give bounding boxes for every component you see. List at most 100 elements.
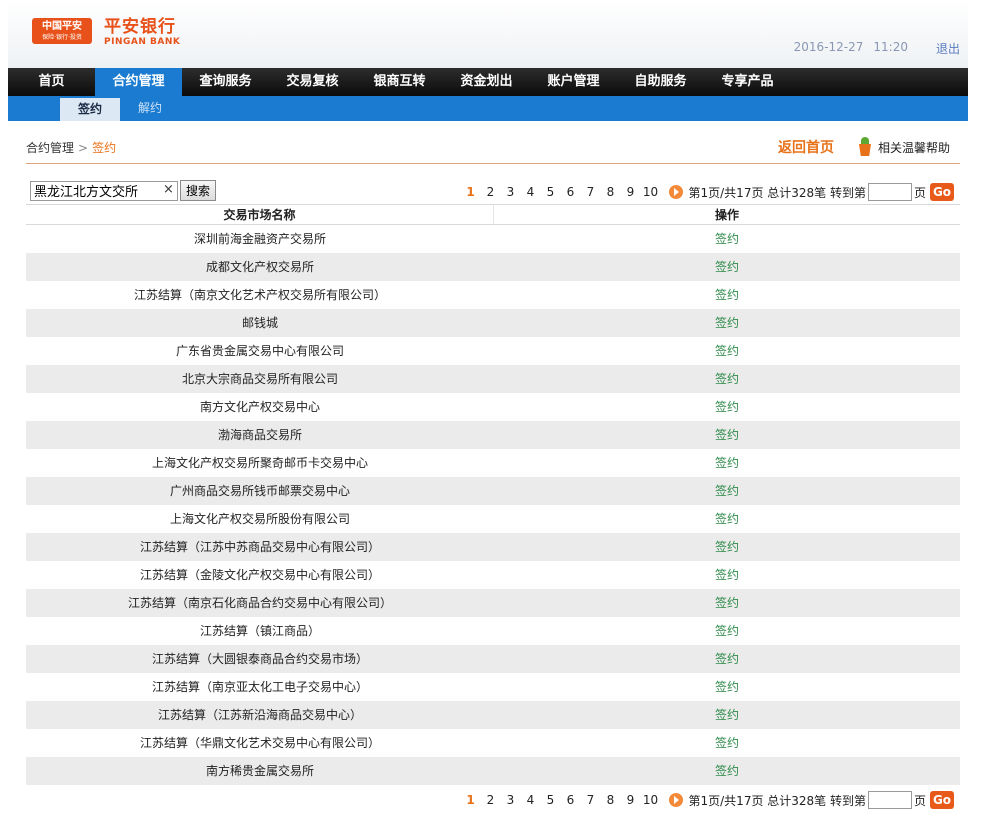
main-nav: 首页 合约管理 查询服务 交易复核 银商互转 资金划出 账户管理 自助服务 专享产品 — [8, 68, 968, 96]
breadcrumb-bar: 合约管理 > 签约 返回首页 相关温馨帮助 — [26, 132, 960, 164]
sign-link[interactable]: 签约 — [494, 477, 960, 505]
page-link[interactable]: 7 — [581, 185, 601, 199]
table-row: 上海文化产权交易所股份有限公司 签约 — [26, 505, 960, 533]
table-row: 广东省贵金属交易中心有限公司 签约 — [26, 337, 960, 365]
current-time: 11:20 — [873, 40, 908, 54]
page-link[interactable]: 3 — [501, 185, 521, 199]
page-link[interactable]: 10 — [641, 793, 661, 807]
nav-item-4[interactable]: 银商互转 — [356, 68, 443, 96]
page-link[interactable]: 1 — [461, 793, 481, 807]
subnav-item-1[interactable]: 解约 — [120, 96, 180, 121]
breadcrumb-separator: > — [78, 141, 89, 155]
clear-icon[interactable]: × — [163, 182, 174, 198]
market-name: 江苏结算（江苏中苏商品交易中心有限公司） — [139, 540, 380, 554]
market-name: 成都文化产权交易所 — [205, 260, 314, 274]
sign-link[interactable]: 签约 — [494, 645, 960, 673]
back-home-link[interactable]: 返回首页 — [778, 137, 834, 157]
nav-item-0[interactable]: 首页 — [8, 68, 95, 96]
datetime: 2016-12-27 11:20 — [794, 40, 908, 54]
go-button[interactable]: Go — [930, 791, 954, 809]
table-row: 江苏结算（金陵文化产权交易中心有限公司） 签约 — [26, 561, 960, 589]
market-name: 江苏结算（江苏新沿海商品交易中心） — [157, 708, 362, 722]
page-link[interactable]: 1 — [461, 185, 481, 199]
page-link[interactable]: 10 — [641, 185, 661, 199]
table-row: 江苏结算（大圆银泰商品合约交易市场） 签约 — [26, 645, 960, 673]
sign-link[interactable]: 签约 — [494, 449, 960, 477]
subnav-item-0[interactable]: 签约 — [60, 98, 120, 121]
page-link[interactable]: 5 — [541, 185, 561, 199]
table-header: 交易市场名称 操作 — [26, 204, 960, 225]
table-row: 江苏结算（江苏新沿海商品交易中心） 签约 — [26, 701, 960, 729]
page-link[interactable]: 3 — [501, 793, 521, 807]
brand-en: PINGAN BANK — [104, 37, 181, 47]
page-link[interactable]: 7 — [581, 793, 601, 807]
sign-link[interactable]: 签约 — [494, 309, 960, 337]
page-link[interactable]: 8 — [601, 793, 621, 807]
nav-item-2[interactable]: 查询服务 — [182, 68, 269, 96]
sign-link[interactable]: 签约 — [494, 337, 960, 365]
search-button[interactable]: 搜索 — [180, 180, 217, 201]
table-row: 深圳前海金融资产交易所 签约 — [26, 225, 960, 253]
nav-item-1[interactable]: 合约管理 — [95, 68, 182, 96]
nav-item-5[interactable]: 资金划出 — [443, 68, 530, 96]
logout-link[interactable]: 退出 — [936, 40, 960, 57]
table-row: 江苏结算（镇江商品） 签约 — [26, 617, 960, 645]
market-name: 渤海商品交易所 — [217, 428, 302, 442]
breadcrumb-parent[interactable]: 合约管理 — [26, 141, 74, 155]
brand-cn: 平安银行 — [104, 17, 176, 37]
page-link[interactable]: 8 — [601, 185, 621, 199]
go-button[interactable]: Go — [930, 183, 954, 201]
help-label: 相关温馨帮助 — [877, 140, 950, 155]
help-link[interactable]: 相关温馨帮助 — [858, 137, 950, 157]
sign-link[interactable]: 签约 — [494, 561, 960, 589]
page-link[interactable]: 4 — [521, 185, 541, 199]
sign-link[interactable]: 签约 — [494, 533, 960, 561]
pager-top: 1 2 3 4 5 6 7 8 9 10 第1页/共17页 总计328笔 转到第 页 Go — [461, 182, 954, 202]
pingan-logo[interactable]: 中国平安 保险·银行·投资 — [32, 18, 92, 44]
sign-link[interactable]: 签约 — [494, 225, 960, 253]
sub-nav: 签约 解约 — [8, 96, 968, 121]
nav-item-7[interactable]: 自助服务 — [617, 68, 704, 96]
page-link[interactable]: 5 — [541, 793, 561, 807]
table-row: 南方稀贵金属交易所 签约 — [26, 757, 960, 785]
next-page-icon[interactable] — [668, 185, 683, 199]
page-link[interactable]: 6 — [561, 185, 581, 199]
sign-link[interactable]: 签约 — [494, 729, 960, 757]
table-row: 南方文化产权交易中心 签约 — [26, 393, 960, 421]
page-link[interactable]: 2 — [481, 793, 501, 807]
nav-item-6[interactable]: 账户管理 — [530, 68, 617, 96]
sign-link[interactable]: 签约 — [494, 393, 960, 421]
page-link[interactable]: 6 — [561, 793, 581, 807]
market-name: 南方文化产权交易中心 — [199, 400, 320, 414]
page-header: 中国平安 保险·银行·投资 平安银行 PINGAN BANK 2016-12-2… — [8, 0, 968, 68]
sign-link[interactable]: 签约 — [494, 253, 960, 281]
goto-page-input[interactable] — [867, 791, 912, 809]
nav-item-8[interactable]: 专享产品 — [704, 68, 791, 96]
sign-link[interactable]: 签约 — [494, 757, 960, 785]
market-name: 深圳前海金融资产交易所 — [193, 232, 326, 246]
page-suffix: 页 — [913, 793, 926, 808]
next-page-icon[interactable] — [668, 793, 683, 807]
goto-page-input[interactable] — [867, 183, 912, 201]
current-date: 2016-12-27 — [793, 40, 864, 54]
page-link[interactable]: 9 — [621, 793, 641, 807]
sign-link[interactable]: 签约 — [494, 617, 960, 645]
sign-link[interactable]: 签约 — [494, 281, 960, 309]
nav-item-3[interactable]: 交易复核 — [269, 68, 356, 96]
sign-link[interactable]: 签约 — [494, 589, 960, 617]
sign-link[interactable]: 签约 — [494, 421, 960, 449]
logo-subtext: 保险·银行·投资 — [42, 34, 82, 41]
market-name: 江苏结算（镇江商品） — [199, 624, 320, 638]
page-link[interactable]: 2 — [481, 185, 501, 199]
sign-link[interactable]: 签约 — [494, 365, 960, 393]
page-link[interactable]: 4 — [521, 793, 541, 807]
sign-link[interactable]: 签约 — [494, 505, 960, 533]
header-market-name: 交易市场名称 — [26, 205, 494, 224]
page-link[interactable]: 9 — [621, 185, 641, 199]
market-name: 江苏结算（大圆银泰商品合约交易市场） — [151, 652, 368, 666]
table-row: 江苏结算（南京石化商品合约交易中心有限公司） 签约 — [26, 589, 960, 617]
sign-link[interactable]: 签约 — [494, 701, 960, 729]
flowerpot-icon — [858, 137, 872, 157]
sign-link[interactable]: 签约 — [494, 673, 960, 701]
search-input[interactable] — [30, 180, 178, 201]
